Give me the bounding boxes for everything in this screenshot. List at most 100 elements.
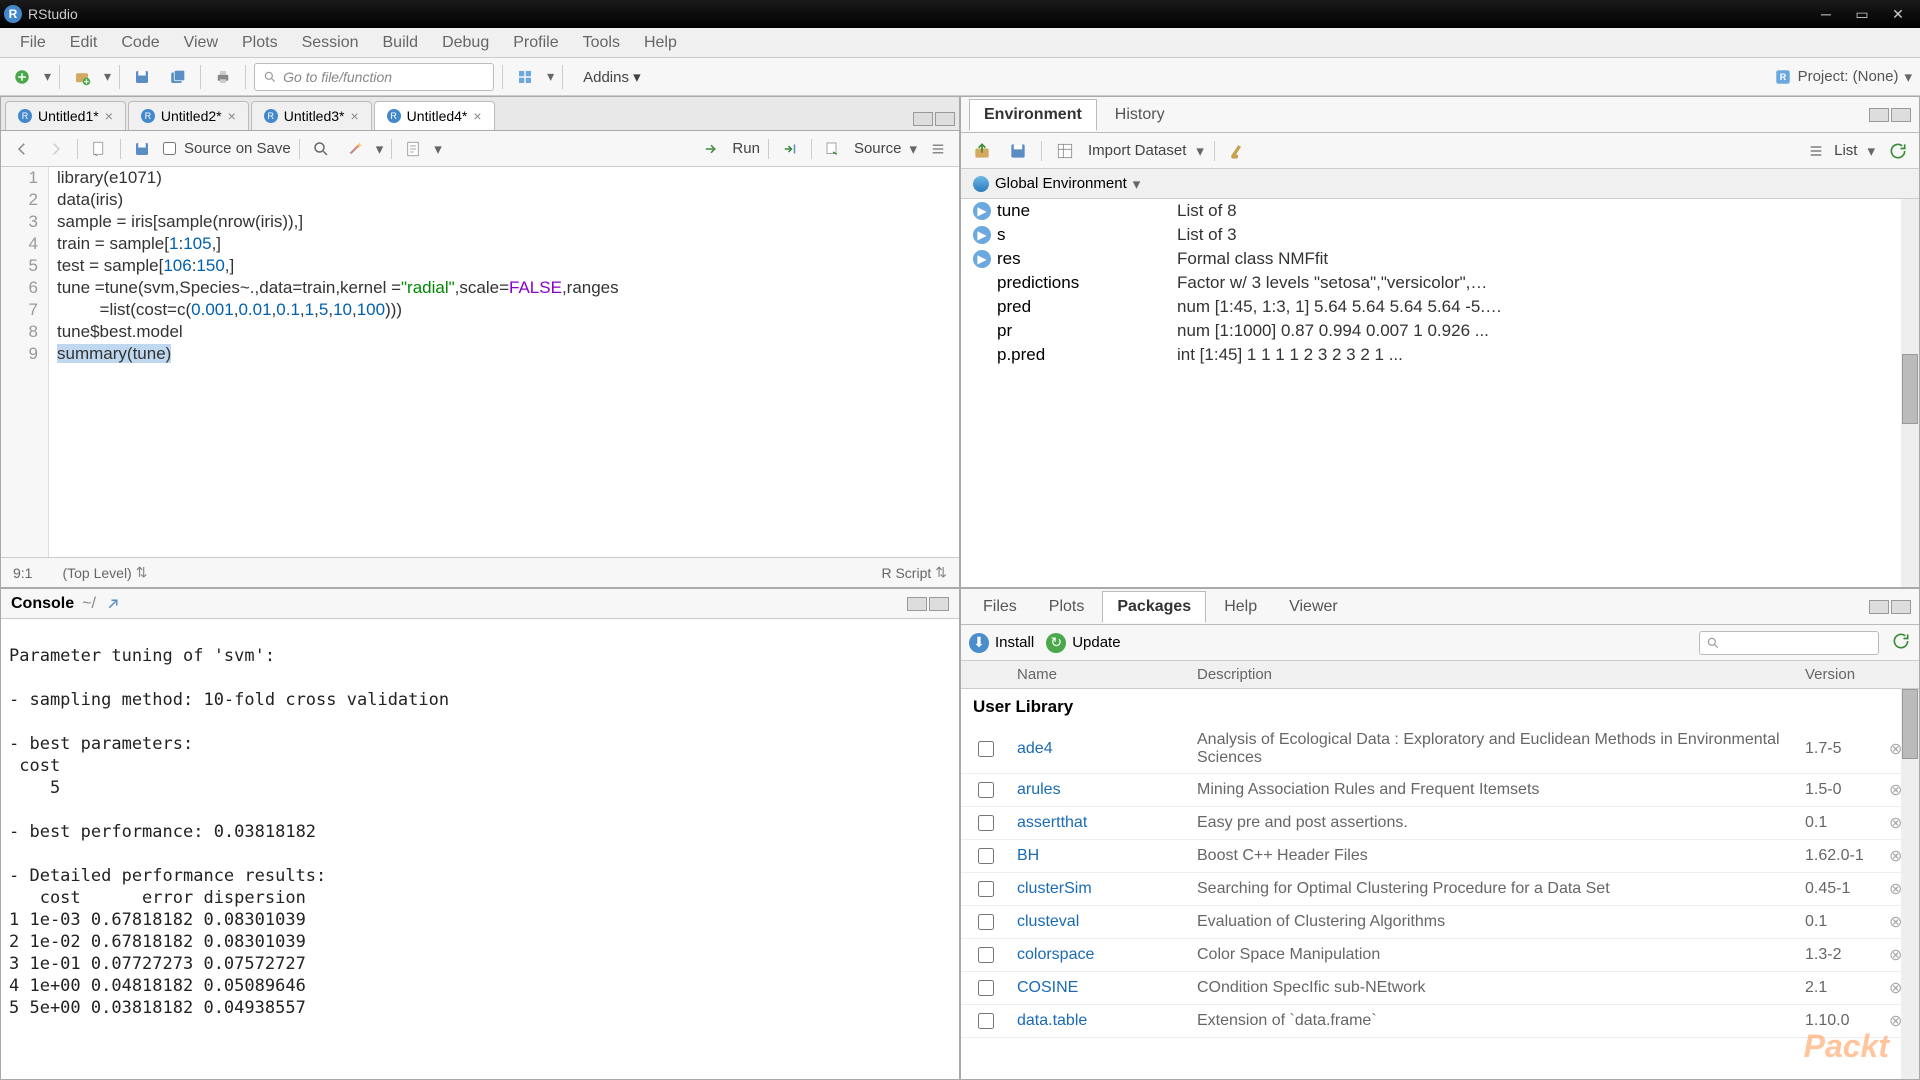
menu-view[interactable]: View xyxy=(172,30,230,56)
expand-icon[interactable]: ▶ xyxy=(973,202,991,220)
workspace-panes-button[interactable] xyxy=(511,63,539,91)
compile-report-button[interactable] xyxy=(400,136,426,162)
run-button[interactable]: Run xyxy=(732,140,760,157)
source-button[interactable]: Source xyxy=(854,140,902,157)
env-variable-row[interactable]: p.predint [1:45] 1 1 1 1 2 3 2 3 2 1 ... xyxy=(961,343,1919,367)
minimize-button[interactable]: ─ xyxy=(1808,2,1844,26)
package-name-link[interactable]: BH xyxy=(1011,847,1191,865)
tab-history[interactable]: History xyxy=(1101,100,1179,130)
tab-files[interactable]: Files xyxy=(969,592,1031,622)
env-variable-row[interactable]: prednum [1:45, 1:3, 1] 5.64 5.64 5.64 5.… xyxy=(961,295,1919,319)
file-type-indicator[interactable]: R Script xyxy=(881,565,931,581)
back-button[interactable] xyxy=(9,136,35,162)
pane-minimize-button[interactable] xyxy=(907,597,927,611)
package-name-link[interactable]: clusterSim xyxy=(1011,880,1191,898)
editor-tab[interactable]: RUntitled1*× xyxy=(5,101,126,130)
menu-build[interactable]: Build xyxy=(371,30,431,56)
project-menu[interactable]: Project: (None) xyxy=(1798,68,1899,85)
close-tab-icon[interactable]: × xyxy=(473,108,481,124)
maximize-button[interactable]: ▭ xyxy=(1844,2,1880,26)
pane-maximize-button[interactable] xyxy=(935,112,955,126)
editor-tab[interactable]: RUntitled3*× xyxy=(251,101,372,130)
package-load-checkbox[interactable] xyxy=(978,741,994,757)
tab-help[interactable]: Help xyxy=(1210,592,1271,622)
tab-packages[interactable]: Packages xyxy=(1102,591,1206,623)
new-project-button[interactable] xyxy=(68,63,96,91)
expand-icon[interactable]: ▶ xyxy=(973,226,991,244)
package-name-link[interactable]: data.table xyxy=(1011,1012,1191,1030)
outline-button[interactable] xyxy=(925,136,951,162)
package-name-link[interactable]: colorspace xyxy=(1011,946,1191,964)
env-variable-row[interactable]: ▶tuneList of 8 xyxy=(961,199,1919,223)
save-file-button[interactable] xyxy=(129,136,155,162)
scrollbar-thumb[interactable] xyxy=(1902,689,1918,759)
clear-workspace-button[interactable] xyxy=(1225,138,1251,164)
package-load-checkbox[interactable] xyxy=(978,848,994,864)
pane-maximize-button[interactable] xyxy=(1891,108,1911,122)
package-load-checkbox[interactable] xyxy=(978,815,994,831)
save-all-button[interactable] xyxy=(164,63,192,91)
package-name-link[interactable]: clusteval xyxy=(1011,913,1191,931)
env-variable-row[interactable]: prnum [1:1000] 0.87 0.994 0.007 1 0.926 … xyxy=(961,319,1919,343)
tab-environment[interactable]: Environment xyxy=(969,99,1097,131)
print-button[interactable] xyxy=(209,63,237,91)
environment-scope[interactable]: Global Environment xyxy=(995,175,1127,192)
package-name-link[interactable]: COSINE xyxy=(1011,979,1191,997)
env-variable-row[interactable]: ▶resFormal class NMFfit xyxy=(961,247,1919,271)
scrollbar-thumb[interactable] xyxy=(1902,354,1918,424)
editor-tab[interactable]: RUntitled2*× xyxy=(128,101,249,130)
refresh-packages-button[interactable] xyxy=(1891,631,1911,655)
menu-file[interactable]: File xyxy=(8,30,58,56)
menu-edit[interactable]: Edit xyxy=(58,30,110,56)
tab-plots[interactable]: Plots xyxy=(1035,592,1099,622)
update-packages-button[interactable]: ↻Update xyxy=(1046,633,1120,653)
tab-viewer[interactable]: Viewer xyxy=(1275,592,1352,622)
close-tab-icon[interactable]: × xyxy=(105,108,113,124)
package-name-link[interactable]: ade4 xyxy=(1011,740,1191,758)
source-on-save-checkbox[interactable] xyxy=(163,142,176,155)
menu-plots[interactable]: Plots xyxy=(230,30,290,56)
console-popout-icon[interactable] xyxy=(104,595,122,613)
code-editor[interactable]: 123456789 library(e1071)data(iris)sample… xyxy=(1,167,959,557)
expand-icon[interactable]: ▶ xyxy=(973,250,991,268)
scope-indicator[interactable]: (Top Level) xyxy=(62,565,131,581)
forward-button[interactable] xyxy=(43,136,69,162)
package-name-link[interactable]: assertthat xyxy=(1011,814,1191,832)
editor-tab[interactable]: RUntitled4*× xyxy=(374,101,495,130)
menu-help[interactable]: Help xyxy=(632,30,689,56)
package-name-link[interactable]: arules xyxy=(1011,781,1191,799)
close-tab-icon[interactable]: × xyxy=(350,108,358,124)
package-load-checkbox[interactable] xyxy=(978,914,994,930)
install-packages-button[interactable]: ⬇Install xyxy=(969,633,1034,653)
load-workspace-button[interactable] xyxy=(969,138,995,164)
show-file-button[interactable] xyxy=(86,136,112,162)
package-load-checkbox[interactable] xyxy=(978,947,994,963)
goto-file-input[interactable]: Go to file/function xyxy=(254,63,494,91)
console-output[interactable]: Parameter tuning of 'svm': - sampling me… xyxy=(1,619,959,1079)
close-button[interactable]: ✕ xyxy=(1880,2,1916,26)
pane-minimize-button[interactable] xyxy=(1869,600,1889,614)
pane-minimize-button[interactable] xyxy=(913,112,933,126)
package-load-checkbox[interactable] xyxy=(978,782,994,798)
find-button[interactable] xyxy=(308,136,334,162)
pane-maximize-button[interactable] xyxy=(1891,600,1911,614)
package-search-input[interactable] xyxy=(1699,631,1879,655)
package-load-checkbox[interactable] xyxy=(978,1013,994,1029)
refresh-button[interactable] xyxy=(1885,138,1911,164)
import-dataset-button[interactable]: Import Dataset xyxy=(1088,142,1186,159)
close-tab-icon[interactable]: × xyxy=(228,108,236,124)
menu-profile[interactable]: Profile xyxy=(501,30,570,56)
wand-button[interactable] xyxy=(342,136,368,162)
pane-minimize-button[interactable] xyxy=(1869,108,1889,122)
new-file-button[interactable] xyxy=(8,63,36,91)
list-view-button[interactable]: List xyxy=(1834,142,1857,159)
menu-code[interactable]: Code xyxy=(109,30,171,56)
env-variable-row[interactable]: ▶sList of 3 xyxy=(961,223,1919,247)
rerun-button[interactable] xyxy=(777,136,803,162)
menu-debug[interactable]: Debug xyxy=(430,30,501,56)
env-variable-row[interactable]: predictionsFactor w/ 3 levels "setosa","… xyxy=(961,271,1919,295)
pane-maximize-button[interactable] xyxy=(929,597,949,611)
save-workspace-button[interactable] xyxy=(1005,138,1031,164)
package-load-checkbox[interactable] xyxy=(978,980,994,996)
menu-tools[interactable]: Tools xyxy=(571,30,632,56)
